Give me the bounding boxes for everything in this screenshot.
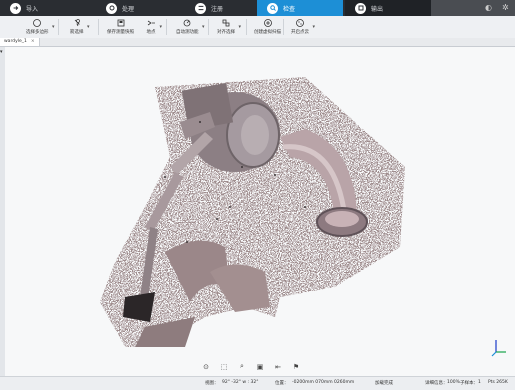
tab-label: 处理 [122, 5, 135, 13]
view-value: 92° -32° w : 32° [222, 380, 259, 385]
divider [208, 19, 209, 35]
tab-label: 导入 [26, 5, 39, 13]
tab-label: 注册 [211, 5, 224, 13]
lasso-select-icon [33, 19, 42, 27]
zoom-button[interactable]: ⌕ [234, 361, 250, 372]
box-view-icon: ▣ [256, 362, 264, 371]
lasso-select-button[interactable]: 选择多边形 ▾ [26, 17, 55, 37]
align-select-icon [222, 19, 230, 27]
tab-export[interactable]: 输出 [345, 0, 431, 16]
auto-measure-icon [183, 19, 191, 27]
view-label: 视图： [205, 381, 219, 386]
subsample-label: 子样本： [460, 381, 478, 386]
tool-label: 箭选择 [70, 30, 84, 35]
arrow-select-button[interactable]: 箭选择 ▾ [70, 17, 90, 37]
status-bar: 视图： 92° -32° w : 32° 位置： -0200mm 070mm 0… [0, 376, 515, 390]
settings-icon[interactable]: ✲ [502, 3, 511, 12]
divider [166, 19, 167, 35]
tab-inspect[interactable]: 检查 [257, 0, 343, 16]
tab-import[interactable]: 导入 [0, 0, 95, 16]
top-tab-bar: 导入 处理 注册 检查 输出 ◐ ✲ [0, 0, 515, 16]
process-icon [106, 2, 117, 14]
document-tab[interactable]: wardyle_1 × [0, 38, 40, 46]
ribbon-toolbar: 选择多边形 ▾ 箭选择 ▾ 保存测量快照 地点 ▾ 自动测功能 ▾ 对齐选择 ▾… [0, 16, 515, 39]
tab-process[interactable]: 处理 [96, 0, 184, 16]
chevron-down-icon[interactable]: ▾ [238, 24, 241, 30]
tool-label: 自动测功能 [176, 30, 199, 35]
tool-label: 选择多边形 [26, 30, 49, 35]
location-button[interactable]: 地点 ▾ [146, 17, 162, 37]
info-icon[interactable]: ◐ [485, 3, 494, 12]
document-tab-strip: wardyle_1 × [0, 38, 515, 47]
navigate-icon: ⊙ [203, 362, 209, 371]
inspect-icon [267, 2, 278, 14]
close-icon[interactable]: × [31, 39, 35, 44]
virtual-scan-button[interactable]: 创建虚拟扫描 [254, 17, 281, 37]
tool-label: 开启点云 [291, 30, 309, 35]
box-view-button[interactable]: ▣ [252, 361, 268, 372]
tab-label: 输出 [371, 5, 384, 13]
clip-plane-icon: ⇤ [275, 362, 281, 371]
tab-label: 检查 [283, 5, 296, 13]
divider [283, 19, 284, 35]
view-tools: ⊙ ⬚ ⌕ ▣ ⇤ ⚑ [198, 360, 323, 373]
save-snapshot-button[interactable]: 保存测量快照 [107, 17, 134, 37]
save-snapshot-icon [117, 19, 124, 27]
flag-button[interactable]: ⚑ [288, 361, 304, 372]
load-status: 加载完成 [375, 381, 393, 386]
view-cube-button[interactable]: ⬚ [216, 361, 232, 372]
import-icon [10, 2, 21, 14]
chevron-down-icon[interactable]: ▾ [87, 24, 90, 30]
arrow-select-icon [74, 19, 80, 27]
chevron-down-icon[interactable]: ▾ [202, 24, 205, 30]
window-icons: ◐ ✲ [485, 3, 511, 12]
divider [98, 19, 99, 35]
document-tab-label: wardyle_1 [4, 39, 27, 44]
export-icon [355, 2, 366, 14]
clip-plane-button[interactable]: ⇤ [270, 361, 286, 372]
register-icon [195, 2, 206, 14]
tool-label: 创建虚拟扫描 [254, 30, 281, 35]
auto-measure-button[interactable]: 自动测功能 ▾ [176, 17, 205, 37]
position-label: 位置： [275, 381, 289, 386]
align-select-button[interactable]: 对齐选择 ▾ [217, 17, 241, 37]
position-value: -0200mm 070mm 0260mm [292, 380, 355, 385]
detail-label: 详细信息： [425, 381, 448, 386]
chevron-down-icon[interactable]: ▾ [52, 24, 55, 30]
point-cloud-button[interactable]: 开启点云 ▾ [291, 17, 315, 37]
3d-viewport[interactable] [5, 47, 515, 376]
point-cloud-icon [296, 19, 304, 27]
tool-label: 地点 [146, 30, 156, 35]
chevron-down-icon[interactable]: ▾ [0, 49, 3, 55]
tool-label: 保存测量快照 [107, 30, 134, 35]
divider [246, 19, 247, 35]
tab-register[interactable]: 注册 [185, 0, 265, 16]
points-count: Pts 265K [488, 380, 508, 385]
tool-label: 对齐选择 [217, 30, 235, 35]
chevron-down-icon[interactable]: ▾ [312, 24, 315, 30]
virtual-scan-icon [263, 19, 272, 27]
navigate-button[interactable]: ⊙ [198, 361, 214, 372]
view-cube-icon: ⬚ [220, 362, 228, 371]
divider [58, 19, 59, 35]
location-icon [147, 20, 155, 26]
flag-icon: ⚑ [292, 362, 300, 371]
chevron-down-icon[interactable]: ▾ [159, 24, 162, 30]
subsample-value: 1 [478, 380, 481, 385]
zoom-icon: ⌕ [240, 362, 244, 370]
detail-value: 100% [447, 380, 460, 385]
point-cloud-view[interactable] [5, 47, 515, 376]
axis-gizmo [491, 340, 506, 357]
